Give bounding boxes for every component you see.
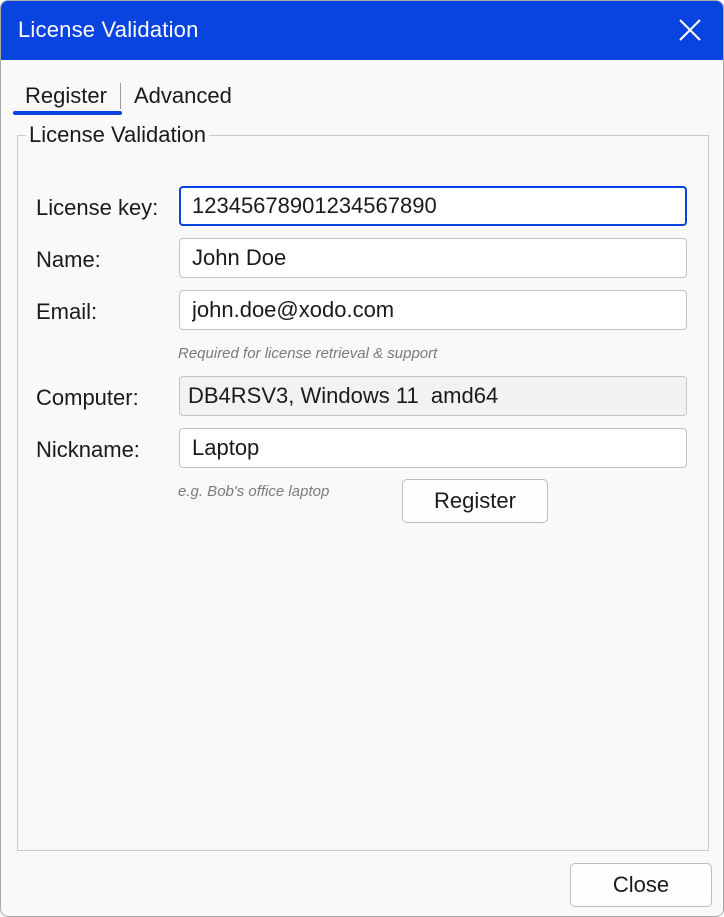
- tab-register[interactable]: Register: [13, 79, 119, 113]
- name-input[interactable]: [179, 238, 687, 278]
- computer-field: [179, 376, 687, 416]
- nickname-input[interactable]: [179, 428, 687, 468]
- nickname-label: Nickname:: [36, 437, 140, 462]
- email-hint: Required for license retrieval & support: [178, 345, 438, 362]
- group-title: License Validation: [26, 122, 209, 148]
- tab-advanced[interactable]: Advanced: [122, 79, 244, 113]
- license-validation-group: License Validation License key: Name: Em…: [17, 122, 709, 851]
- tab-selected-indicator: [13, 111, 122, 115]
- email-label: Email:: [36, 299, 98, 324]
- close-button[interactable]: Close: [570, 863, 712, 907]
- window-title: License Validation: [18, 17, 199, 42]
- license-key-input[interactable]: [179, 186, 687, 226]
- name-label: Name:: [36, 247, 101, 272]
- register-button[interactable]: Register: [402, 479, 548, 523]
- close-icon[interactable]: [675, 15, 705, 45]
- license-key-label: License key:: [36, 195, 159, 220]
- nickname-hint: e.g. Bob's office laptop: [178, 483, 330, 500]
- license-dialog: License Validation Register Advanced Lic…: [0, 0, 724, 917]
- email-input[interactable]: [179, 290, 687, 330]
- computer-label: Computer:: [36, 385, 139, 410]
- tab-separator: [120, 83, 121, 109]
- title-bar: License Validation: [1, 1, 723, 60]
